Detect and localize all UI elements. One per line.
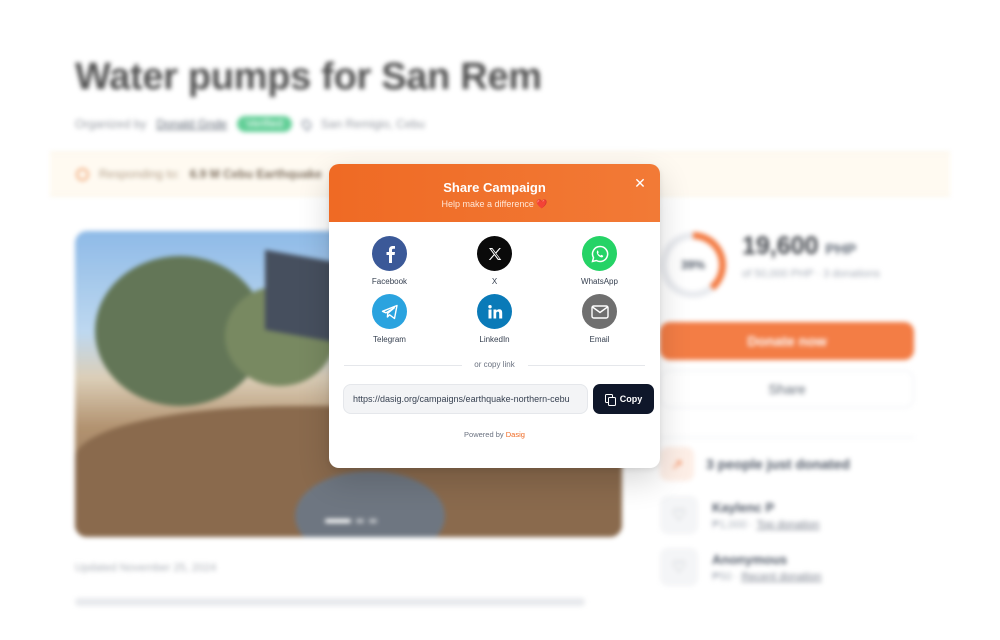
brand-link[interactable]: Dasig	[506, 430, 525, 439]
share-option-email[interactable]: Email	[547, 294, 652, 344]
facebook-icon[interactable]	[372, 236, 407, 271]
share-option-linkedin[interactable]: LinkedIn	[442, 294, 547, 344]
email-icon[interactable]	[582, 294, 617, 329]
share-option-whatsapp[interactable]: WhatsApp	[547, 236, 652, 286]
copy-link-row: Copy	[343, 384, 655, 414]
whatsapp-icon[interactable]	[582, 236, 617, 271]
powered-by-text: Powered by	[464, 430, 504, 439]
copy-button-label: Copy	[619, 394, 643, 404]
share-options-grid: Facebook X WhatsApp Telegram LinkedIn Em…	[329, 222, 660, 344]
modal-header: Share Campaign Help make a difference ❤️…	[329, 164, 660, 222]
share-option-x[interactable]: X	[442, 236, 547, 286]
linkedin-icon[interactable]	[477, 294, 512, 329]
share-url-input[interactable]	[343, 384, 588, 414]
copy-link-divider: or copy link	[344, 360, 645, 370]
copy-link-divider-text: or copy link	[461, 360, 528, 370]
share-option-label: LinkedIn	[479, 335, 510, 344]
share-option-label: WhatsApp	[581, 277, 618, 286]
share-option-telegram[interactable]: Telegram	[337, 294, 442, 344]
share-option-label: Email	[589, 335, 610, 344]
x-icon[interactable]	[477, 236, 512, 271]
modal-subtitle: Help make a difference ❤️	[441, 199, 548, 209]
share-option-label: Facebook	[371, 277, 408, 286]
share-option-label: X	[491, 277, 498, 286]
share-campaign-modal: Share Campaign Help make a difference ❤️…	[329, 164, 660, 468]
share-option-label: Telegram	[373, 335, 406, 344]
modal-title: Share Campaign	[443, 180, 546, 195]
share-option-facebook[interactable]: Facebook	[337, 236, 442, 286]
powered-by: Powered by Dasig	[329, 430, 660, 439]
telegram-icon[interactable]	[372, 294, 407, 329]
close-icon[interactable]: ✕	[633, 176, 647, 190]
copy-icon	[604, 394, 616, 406]
copy-button[interactable]: Copy	[593, 384, 654, 414]
